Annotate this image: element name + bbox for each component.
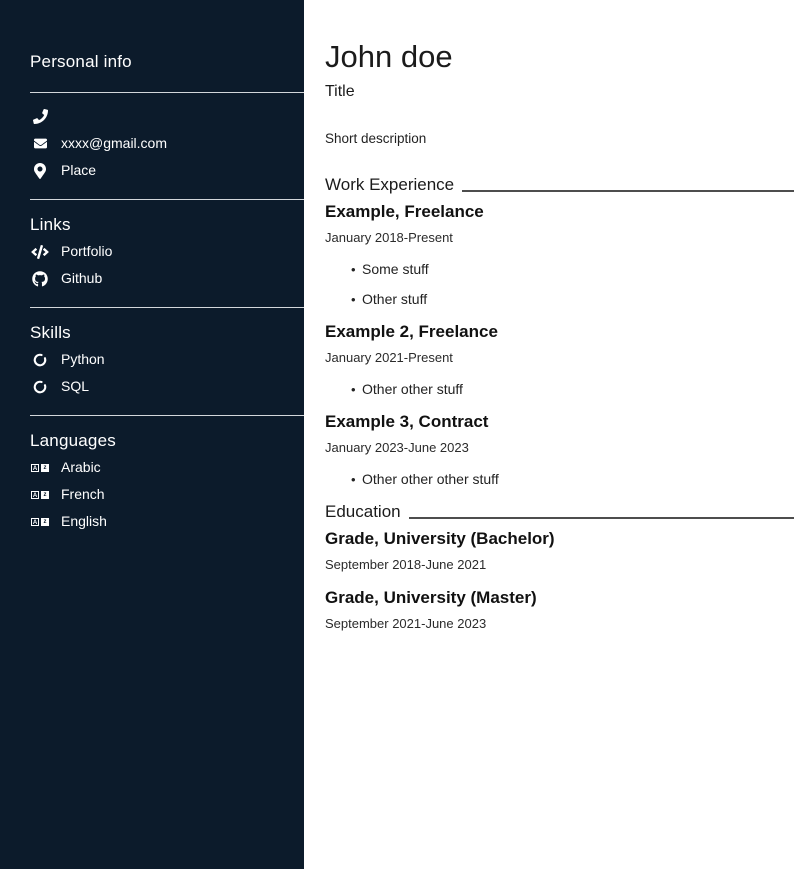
sidebar-divider [30,199,304,200]
bullet-item: Some stuff [351,261,794,278]
location-value: Place [61,162,96,179]
email-value: xxxx@gmail.com [61,135,167,152]
entry-dates: January 2018-Present [325,230,794,246]
skill-item: SQL [30,378,304,395]
email-row: xxxx@gmail.com [30,135,304,152]
work-entry: Example 3, Contract January 2023-June 20… [325,411,794,488]
entry-title: Example, Freelance [325,201,794,222]
language-label: French [61,486,105,503]
link-label: Portfolio [61,243,112,260]
language-icon: Az [30,518,50,526]
education-entry: Grade, University (Master) September 202… [325,587,794,632]
envelope-icon [30,137,50,150]
work-entry: Example, Freelance January 2018-Present … [325,201,794,308]
entry-dates: September 2021-June 2023 [325,616,794,632]
language-label: English [61,513,107,530]
section-rule [409,517,794,519]
education-entry: Grade, University (Bachelor) September 2… [325,528,794,573]
work-experience-heading: Work Experience [325,174,794,195]
personal-info-heading: Personal info [30,52,304,72]
section-title: Work Experience [325,174,454,195]
resume-page: Personal info xxxx@gmail.com Place Links [0,0,794,869]
circle-notch-icon [30,380,50,394]
entry-bullets: Other other other stuff [325,471,794,488]
section-rule [462,190,794,192]
skill-label: SQL [61,378,89,395]
code-icon [30,245,50,259]
sidebar: Personal info xxxx@gmail.com Place Links [0,0,304,869]
github-icon [30,271,50,287]
job-title: Title [325,83,794,101]
languages-heading: Languages [30,431,304,451]
entry-title: Example 3, Contract [325,411,794,432]
language-item: Az Arabic [30,459,304,476]
summary-text: Short description [325,131,794,146]
bullet-item: Other other stuff [351,381,794,398]
language-item: Az French [30,486,304,503]
skill-item: Python [30,351,304,368]
work-entry: Example 2, Freelance January 2021-Presen… [325,321,794,398]
entry-dates: January 2023-June 2023 [325,440,794,456]
entry-bullets: Other other stuff [325,381,794,398]
links-heading: Links [30,215,304,235]
bullet-item: Other other other stuff [351,471,794,488]
phone-row [30,108,304,125]
language-item: Az English [30,513,304,530]
education-section: Grade, University (Bachelor) September 2… [325,528,794,632]
sidebar-divider [30,307,304,308]
language-label: Arabic [61,459,101,476]
phone-icon [30,109,50,124]
skill-label: Python [61,351,105,368]
language-icon: Az [30,464,50,472]
circle-notch-icon [30,353,50,367]
education-heading: Education [325,501,794,522]
location-row: Place [30,162,304,179]
language-icon: Az [30,491,50,499]
work-experience-section: Example, Freelance January 2018-Present … [325,201,794,488]
map-marker-icon [30,163,50,179]
bullet-item: Other stuff [351,291,794,308]
entry-dates: January 2021-Present [325,350,794,366]
entry-title: Example 2, Freelance [325,321,794,342]
section-title: Education [325,501,401,522]
main-content: John doe Title Short description Work Ex… [304,0,794,632]
entry-title: Grade, University (Bachelor) [325,528,794,549]
skills-heading: Skills [30,323,304,343]
name-heading: John doe [325,40,794,74]
entry-dates: September 2018-June 2021 [325,557,794,573]
entry-bullets: Some stuff Other stuff [325,261,794,308]
entry-title: Grade, University (Master) [325,587,794,608]
sidebar-link-github[interactable]: Github [30,270,304,287]
sidebar-link-portfolio[interactable]: Portfolio [30,243,304,260]
sidebar-divider [30,415,304,416]
link-label: Github [61,270,102,287]
sidebar-divider [30,92,304,93]
